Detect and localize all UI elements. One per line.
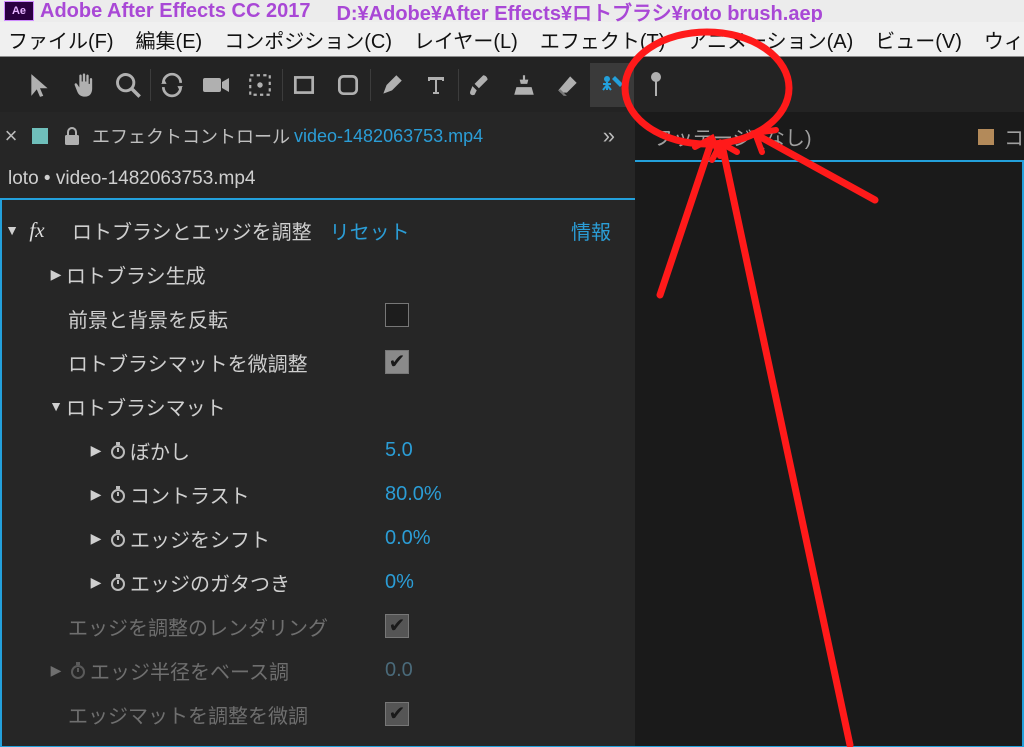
refine-render-row: エッジを調整のレンダリング ✔: [2, 604, 635, 648]
shift-edge-label: エッジをシフト: [130, 524, 270, 553]
feather-label: ぼかし: [130, 436, 190, 465]
zoom-tool-icon[interactable]: [106, 63, 150, 107]
roto-generation-label: ロトブラシ生成: [66, 260, 206, 289]
twirl-down-icon[interactable]: ▼: [46, 398, 66, 414]
menu-file[interactable]: ファイル(F): [8, 25, 114, 54]
roto-generation-row[interactable]: ▶ ロトブラシ生成: [2, 252, 635, 296]
menu-bar: ファイル(F) 編集(E) コンポジション(C) レイヤー(L) エフェクト(T…: [0, 22, 1024, 57]
stopwatch-icon[interactable]: [106, 441, 130, 459]
twirl-right-icon[interactable]: ▶: [86, 574, 106, 591]
twirl-down-icon[interactable]: ▼: [2, 222, 22, 238]
menu-composition[interactable]: コンポジション(C): [224, 25, 392, 54]
effect-controls-panel: × エフェクトコントロール video-1482063753.mp4 » lot…: [0, 112, 635, 747]
matte-group-row[interactable]: ▼ ロトブラシマット: [2, 384, 635, 428]
info-link[interactable]: 情報: [571, 216, 635, 245]
orbit-tool-icon[interactable]: [150, 63, 194, 107]
comp-label-short: コ: [1004, 122, 1024, 151]
stopwatch-icon[interactable]: [106, 485, 130, 503]
edge-matte-label: エッジマットを調整を微調: [68, 700, 308, 729]
stopwatch-icon: [66, 661, 90, 679]
stopwatch-icon[interactable]: [106, 573, 130, 591]
reset-link[interactable]: リセット: [330, 216, 410, 245]
region-tool-icon[interactable]: [238, 63, 282, 107]
hand-tool-icon[interactable]: [62, 63, 106, 107]
tool-bar: [0, 57, 1024, 112]
panel-more-icon[interactable]: »: [593, 123, 625, 149]
menu-view[interactable]: ビュー(V): [875, 25, 962, 54]
menu-layer[interactable]: レイヤー(L): [414, 25, 518, 54]
lock-icon[interactable]: [58, 126, 86, 146]
twirl-right-icon[interactable]: ▶: [46, 266, 66, 283]
fx-icon[interactable]: fx: [22, 218, 52, 243]
menu-animation[interactable]: アニメーション(A): [687, 25, 853, 54]
contrast-row: ▶ コントラスト 80.0%: [2, 472, 635, 516]
comp-layer-path: loto • video-1482063753.mp4: [0, 160, 635, 198]
chatter-row: ▶ エッジのガタつき 0%: [2, 560, 635, 604]
edge-radius-value: 0.0: [385, 659, 635, 682]
brush-tool-icon[interactable]: [458, 63, 502, 107]
feather-value[interactable]: 5.0: [385, 439, 635, 462]
twirl-right-icon[interactable]: ▶: [86, 486, 106, 503]
contrast-label: コントラスト: [130, 480, 250, 509]
menu-effect[interactable]: エフェクト(T): [540, 25, 666, 54]
mask-rect-tool-icon[interactable]: [282, 63, 326, 107]
panel-title: エフェクトコントロール: [92, 123, 290, 149]
matte-group-label: ロトブラシマット: [66, 392, 226, 421]
edge-matte-checkbox: ✔: [385, 702, 409, 726]
panel-file[interactable]: video-1482063753.mp4: [294, 126, 483, 147]
type-tool-icon[interactable]: [414, 63, 458, 107]
edge-radius-label: エッジ半径をベース調: [90, 656, 289, 685]
pen-tool-icon[interactable]: [370, 63, 414, 107]
app-name: Adobe After Effects CC 2017: [40, 0, 310, 22]
roto-brush-tool-icon[interactable]: [590, 63, 634, 107]
effect-controls-tab[interactable]: × エフェクトコントロール video-1482063753.mp4 »: [0, 112, 635, 160]
refine-render-checkbox: ✔: [385, 614, 409, 638]
title-bar: Ae Adobe After Effects CC 2017 D:¥Adobe¥…: [0, 0, 1024, 22]
document-path: D:¥Adobe¥After Effects¥ロトブラシ¥roto brush.…: [336, 0, 822, 22]
eraser-tool-icon[interactable]: [546, 63, 590, 107]
menu-window[interactable]: ウィ: [984, 25, 1024, 54]
fine-tune-row: ロトブラシマットを微調整 ✔: [2, 340, 635, 384]
fine-tune-checkbox[interactable]: ✔: [385, 350, 409, 374]
comp-color-swatch: [978, 129, 994, 145]
invert-row: 前景と背景を反転: [2, 296, 635, 340]
footage-tab[interactable]: フッテージ (なし) コ: [653, 122, 1024, 151]
chatter-value[interactable]: 0%: [385, 571, 635, 594]
stopwatch-icon[interactable]: [106, 529, 130, 547]
effect-controls-body: ▼ fx ロトブラシとエッジを調整 リセット 情報 ▶ ロトブラシ生成 前景と背…: [0, 198, 635, 747]
camera-tool-icon[interactable]: [194, 63, 238, 107]
layer-color-swatch[interactable]: [32, 128, 48, 144]
fine-tune-label: ロトブラシマットを微調整: [68, 348, 308, 377]
twirl-right-icon[interactable]: ▶: [86, 530, 106, 547]
puppet-pin-tool-icon[interactable]: [634, 63, 678, 107]
effect-header-row[interactable]: ▼ fx ロトブラシとエッジを調整 リセット 情報: [2, 208, 635, 252]
mask-ellipse-tool-icon[interactable]: [326, 63, 370, 107]
app-badge: Ae: [4, 1, 34, 21]
feather-row: ▶ ぼかし 5.0: [2, 428, 635, 472]
viewer-area[interactable]: [635, 160, 1024, 747]
chatter-label: エッジのガタつき: [130, 568, 290, 597]
footage-label: フッテージ (なし): [653, 122, 811, 151]
selection-tool-icon[interactable]: [18, 63, 62, 107]
shift-edge-row: ▶ エッジをシフト 0.0%: [2, 516, 635, 560]
menu-edit[interactable]: 編集(E): [136, 25, 203, 54]
close-tab-icon[interactable]: ×: [0, 123, 22, 149]
twirl-right-icon: ▶: [46, 662, 66, 679]
effect-name: ロトブラシとエッジを調整: [72, 216, 312, 245]
contrast-value[interactable]: 80.0%: [385, 483, 635, 506]
viewer-panel: フッテージ (なし) コ: [635, 112, 1024, 747]
invert-label: 前景と背景を反転: [68, 304, 228, 333]
shift-edge-value[interactable]: 0.0%: [385, 527, 635, 550]
edge-matte-row: エッジマットを調整を微調 ✔: [2, 692, 635, 736]
edge-radius-row: ▶ エッジ半径をベース調 0.0: [2, 648, 635, 692]
clone-stamp-tool-icon[interactable]: [502, 63, 546, 107]
refine-render-label: エッジを調整のレンダリング: [68, 612, 328, 641]
invert-checkbox[interactable]: [385, 303, 409, 327]
twirl-right-icon[interactable]: ▶: [86, 442, 106, 459]
